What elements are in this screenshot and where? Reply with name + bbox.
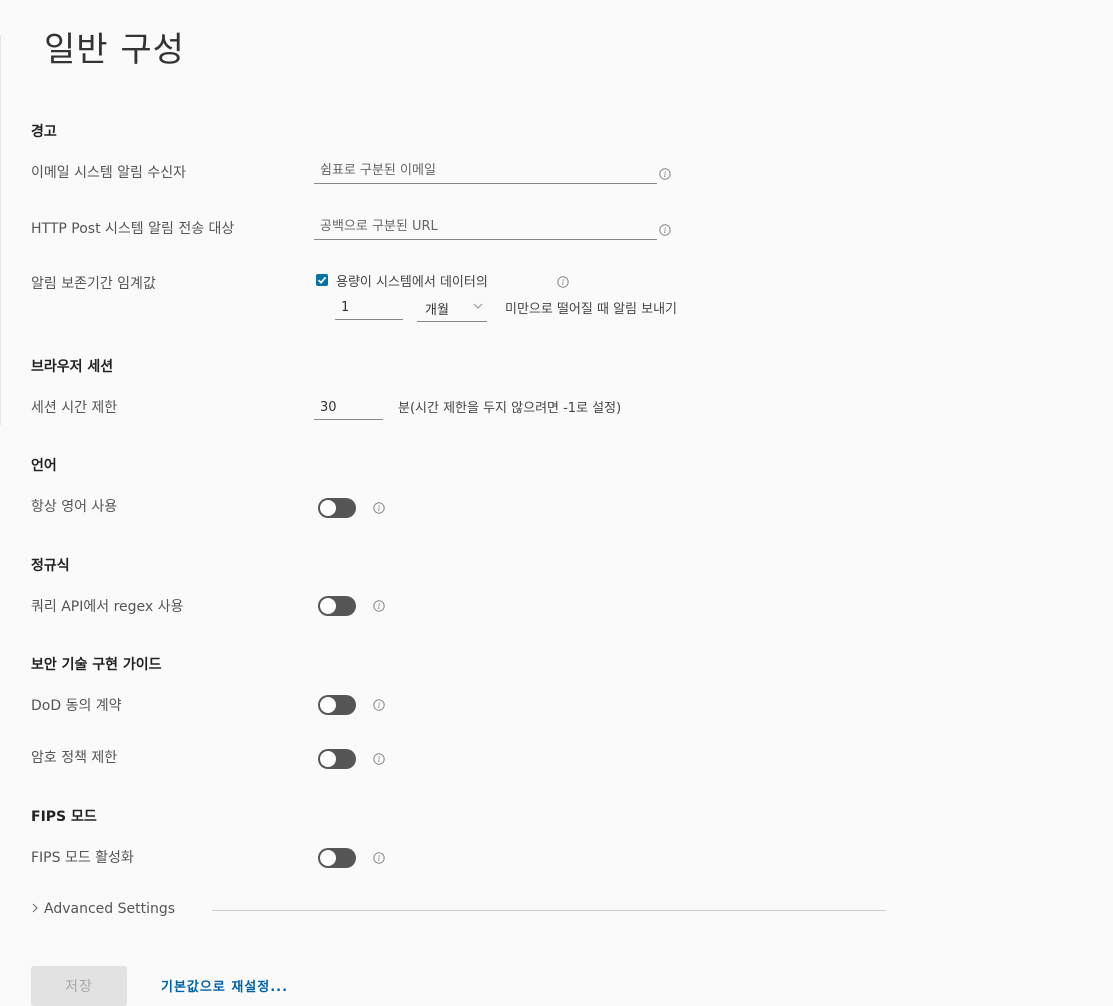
session-timeout-label: 세션 시간 제한 <box>31 400 118 416</box>
fips-enable-toggle[interactable] <box>318 848 356 868</box>
info-icon[interactable]: i <box>373 699 385 711</box>
info-icon[interactable]: i <box>659 168 671 180</box>
always-english-label: 항상 영어 사용 <box>31 499 118 515</box>
svg-text:i: i <box>378 602 381 611</box>
advanced-settings-label: Advanced Settings <box>44 901 176 917</box>
section-title-fips: FIPS 모드 <box>31 809 97 825</box>
retention-threshold-label: 알림 보존기간 임계값 <box>31 276 156 292</box>
check-icon <box>317 276 327 284</box>
toggle-knob <box>320 751 336 767</box>
advanced-settings-toggle[interactable]: Advanced Settings <box>31 901 175 917</box>
section-title-stig: 보안 기술 구현 가이드 <box>31 657 162 673</box>
info-icon[interactable]: i <box>557 276 569 288</box>
section-title-language: 언어 <box>31 458 57 474</box>
info-icon[interactable]: i <box>659 224 671 236</box>
info-icon[interactable]: i <box>373 753 385 765</box>
toggle-knob <box>320 697 336 713</box>
session-timeout-input[interactable] <box>314 396 383 420</box>
retention-unit-select[interactable]: 개월 <box>417 296 487 322</box>
regex-query-api-label: 쿼리 API에서 regex 사용 <box>31 599 184 615</box>
advanced-divider <box>212 910 886 911</box>
toggle-knob <box>320 850 336 866</box>
page-title: 일반 구성 <box>44 30 185 70</box>
svg-text:i: i <box>378 504 381 513</box>
section-title-regex: 정규식 <box>31 558 70 574</box>
section-title-browser-session: 브라우저 세션 <box>31 359 114 375</box>
password-policy-toggle[interactable] <box>318 749 356 769</box>
password-policy-label: 암호 정책 제한 <box>31 750 118 766</box>
retention-value-input[interactable] <box>335 296 403 320</box>
email-recipients-label: 이메일 시스템 알림 수신자 <box>31 165 187 181</box>
retention-checkbox[interactable] <box>316 274 328 286</box>
dod-consent-label: DoD 동의 계약 <box>31 698 122 714</box>
retention-unit-value: 개월 <box>425 303 449 318</box>
svg-text:i: i <box>378 701 381 710</box>
section-title-alerts: 경고 <box>31 124 57 140</box>
retention-suffix: 미만으로 떨어질 때 알림 보내기 <box>505 302 678 317</box>
reset-defaults-link[interactable]: 기본값으로 재설정... <box>161 976 288 995</box>
http-post-label: HTTP Post 시스템 알림 전송 대상 <box>31 221 235 237</box>
retention-checkbox-label: 용량이 시스템에서 데이터의 <box>336 275 488 290</box>
svg-text:i: i <box>664 170 667 179</box>
email-recipients-input[interactable] <box>314 158 657 184</box>
toggle-knob <box>320 500 336 516</box>
fips-enable-label: FIPS 모드 활성화 <box>31 850 134 866</box>
toggle-knob <box>320 598 336 614</box>
info-icon[interactable]: i <box>373 852 385 864</box>
chevron-down-icon <box>473 303 483 309</box>
svg-text:i: i <box>378 755 381 764</box>
chevron-right-icon <box>32 903 38 913</box>
left-divider <box>0 35 1 425</box>
http-post-input[interactable] <box>314 214 657 240</box>
save-button[interactable]: 저장 <box>31 966 127 1006</box>
dod-consent-toggle[interactable] <box>318 695 356 715</box>
always-english-toggle[interactable] <box>318 498 356 518</box>
regex-query-api-toggle[interactable] <box>318 596 356 616</box>
info-icon[interactable]: i <box>373 502 385 514</box>
svg-text:i: i <box>562 278 565 287</box>
svg-text:i: i <box>664 226 667 235</box>
info-icon[interactable]: i <box>373 600 385 612</box>
svg-text:i: i <box>378 854 381 863</box>
session-timeout-suffix: 분(시간 제한을 두지 않으려면 -1로 설정) <box>398 401 622 416</box>
